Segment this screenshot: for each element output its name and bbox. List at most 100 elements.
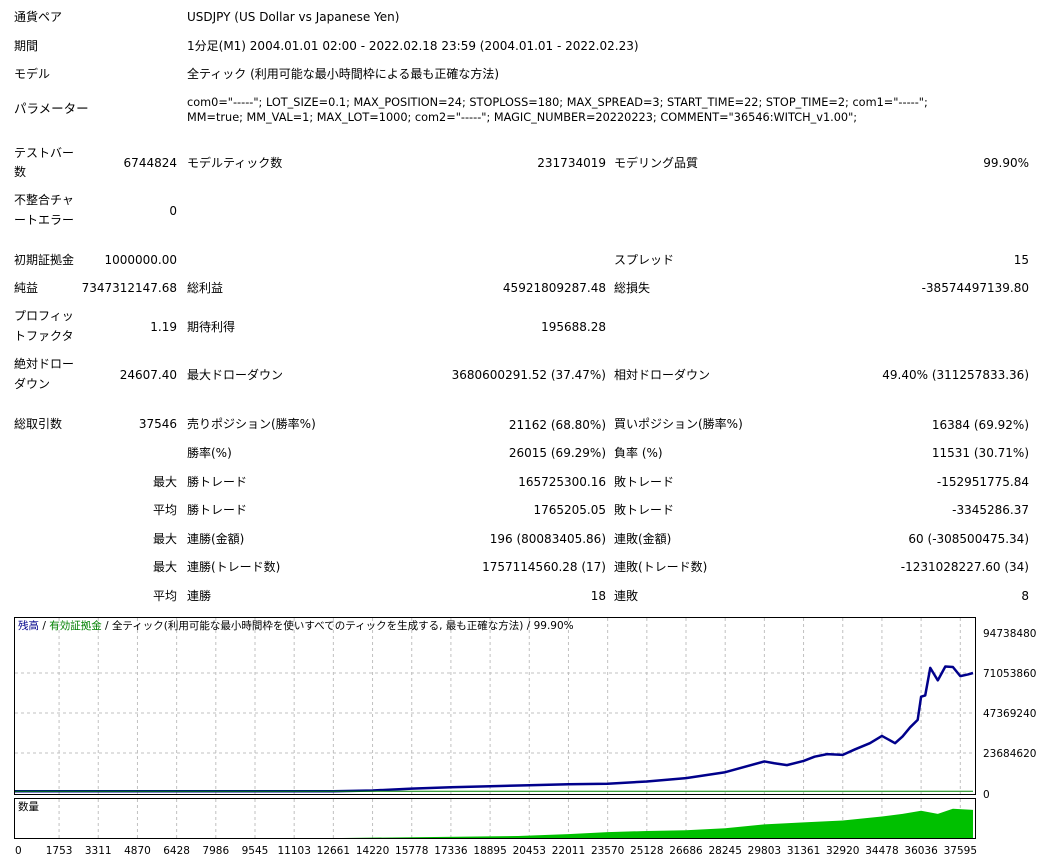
x-tick-label: 28245: [708, 845, 741, 857]
bars-label-2: 数: [14, 165, 27, 179]
gross-loss-value: -38574497139.80: [921, 281, 1029, 295]
mismatch-label: 不整合チャ: [14, 193, 74, 207]
x-tick-label: 37595: [944, 845, 977, 857]
x-tick-label: 36036: [904, 845, 938, 857]
x-tick-label: 26686: [669, 845, 703, 857]
period-value: 1分足(M1) 2004.01.01 02:00 - 2022.02.18 23…: [187, 39, 639, 53]
params-line-2: MM=true; MM_VAL=1; MAX_LOT=1000; com2="-…: [187, 111, 858, 124]
avg-label: 平均: [152, 503, 177, 517]
avg-consec-loss-label: 連敗: [614, 589, 639, 603]
ticks-value: 231734019: [537, 156, 606, 170]
abs-drawdown-label-2: ダウン: [14, 377, 51, 391]
win-rate-value: 26015 (69.29%): [508, 446, 606, 460]
x-tick-labels: 0 1753 3311 4870 6428 7986 9545 11103 12661 14220…: [15, 845, 977, 857]
rel-drawdown-value: 49.40% (311257833.36): [882, 368, 1029, 382]
deposit-value: 1000000.00: [104, 253, 177, 267]
max-loss-value: -152951775.84: [936, 475, 1029, 489]
long-positions-label: 買いポジション(勝率%): [614, 417, 743, 431]
long-positions-value: 16384 (69.92%): [931, 418, 1029, 432]
x-tick-label: 12661: [317, 845, 350, 857]
y-tick-label: 71053860: [983, 668, 1036, 680]
total-trades-value: 37546: [138, 417, 177, 431]
avg-win-label: 勝トレード: [187, 503, 248, 517]
x-tick-label: 32920: [826, 845, 859, 857]
x-tick-label: 9545: [242, 845, 269, 857]
x-tick-label: 34478: [865, 845, 898, 857]
balance-chart: 94738480 71053860 47369240 23684620 0 0 1753 3…: [14, 617, 1036, 857]
model-value: 全ティック (利用可能な最小時間枠による最も正確な方法): [187, 67, 500, 81]
avg-loss-value: -3345286.37: [952, 503, 1029, 517]
x-tick-label: 22011: [552, 845, 585, 857]
consec-win-count-label: 連勝(トレード数): [187, 560, 281, 574]
x-tick-label: 17336: [434, 845, 468, 857]
win-rate-label: 勝率(%): [187, 446, 232, 460]
consec-loss-count-label: 連敗(トレード数): [614, 560, 708, 574]
x-tick-label: 25128: [630, 845, 663, 857]
rel-drawdown-label: 相対ドローダウン: [614, 368, 711, 382]
bars-value: 6744824: [123, 156, 177, 170]
ticks-label: モデルティック数: [187, 156, 283, 170]
pair-label: 通貨ペア: [14, 10, 63, 24]
avg-consec-win-value: 18: [590, 589, 606, 603]
loss-rate-label: 負率 (%): [614, 446, 663, 460]
quality-value: 99.90%: [983, 156, 1029, 170]
y-tick-label: 0: [983, 789, 990, 801]
x-tick-label: 3311: [85, 845, 112, 857]
x-tick-label: 23570: [591, 845, 624, 857]
expected-payoff-label: 期待利得: [187, 320, 236, 334]
x-tick-label: 31361: [787, 845, 820, 857]
avg-consec-loss-value: 8: [1021, 589, 1029, 603]
max-label-2: 最大: [152, 532, 177, 546]
legend-equity: 有効証拠金: [49, 619, 102, 632]
max-label: 最大: [152, 475, 177, 489]
x-tick-label: 0: [15, 845, 22, 857]
x-tick-label: 20453: [513, 845, 546, 857]
params-line-1: com0="-----"; LOT_SIZE=0.1; MAX_POSITION…: [187, 96, 928, 109]
avg-win-value: 1765205.05: [533, 503, 606, 517]
bars-label: テストバー: [14, 146, 75, 160]
max-drawdown-value: 3680600291.52 (37.47%): [451, 368, 606, 382]
legend-balance: 残高: [18, 619, 39, 632]
legend-sep-2: /: [102, 620, 112, 632]
model-label: モデル: [14, 67, 51, 81]
max-label-3: 最大: [152, 560, 177, 574]
consec-win-amount-value: 196 (80083405.86): [489, 532, 606, 546]
max-drawdown-label: 最大ドローダウン: [187, 368, 284, 382]
expected-payoff-value: 195688.28: [541, 320, 606, 334]
max-win-value: 165725300.16: [518, 475, 606, 489]
quality-label: モデリング品質: [614, 156, 699, 170]
avg-label-2: 平均: [152, 589, 177, 603]
x-tick-label: 6428: [163, 845, 190, 857]
main-plot-frame: [14, 617, 976, 795]
avg-consec-win-label: 連勝: [187, 589, 212, 603]
deposit-label: 初期証拠金: [14, 253, 75, 267]
short-positions-value: 21162 (68.80%): [508, 418, 606, 432]
loss-rate-value: 11531 (30.71%): [931, 446, 1029, 460]
chart-legend: 残高 / 有効証拠金 / 全ティック(利用可能な最小時間枠を使いすべてのティック…: [18, 619, 574, 632]
short-positions-label: 売りポジション(勝率%): [187, 417, 316, 431]
gross-loss-label: 総損失: [614, 281, 651, 295]
x-tick-label: 14220: [356, 845, 389, 857]
consec-loss-amount-label: 連敗(金額): [614, 532, 672, 546]
avg-loss-label: 敗トレード: [614, 503, 675, 517]
legend-model: 全ティック(利用可能な最小時間枠を使いすべてのティックを生成する, 最も正確な方…: [112, 619, 574, 632]
x-tick-label: 29803: [748, 845, 781, 857]
x-tick-label: 11103: [277, 845, 310, 857]
abs-drawdown-value: 24607.40: [119, 368, 177, 382]
pair-value: USDJPY (US Dollar vs Japanese Yen): [187, 10, 400, 24]
y-tick-label: 47369240: [983, 708, 1036, 720]
profit-factor-value: 1.19: [150, 320, 177, 334]
x-tick-label: 15778: [395, 845, 428, 857]
y-tick-labels: 94738480 71053860 47369240 23684620 0: [983, 628, 1036, 801]
gross-profit-label: 総利益: [187, 281, 224, 295]
profit-factor-label-2: トファクタ: [14, 329, 74, 343]
volume-label: 数量: [18, 800, 39, 813]
net-profit-value: 7347312147.68: [81, 281, 177, 295]
net-profit-label: 純益: [14, 281, 39, 295]
max-win-label: 勝トレード: [187, 475, 248, 489]
x-tick-label: 7986: [202, 845, 229, 857]
consec-loss-amount-value: 60 (-308500475.34): [908, 532, 1029, 546]
consec-win-count-value: 1757114560.28 (17): [482, 560, 606, 574]
period-label: 期間: [14, 39, 39, 53]
gross-profit-value: 45921809287.48: [502, 281, 606, 295]
